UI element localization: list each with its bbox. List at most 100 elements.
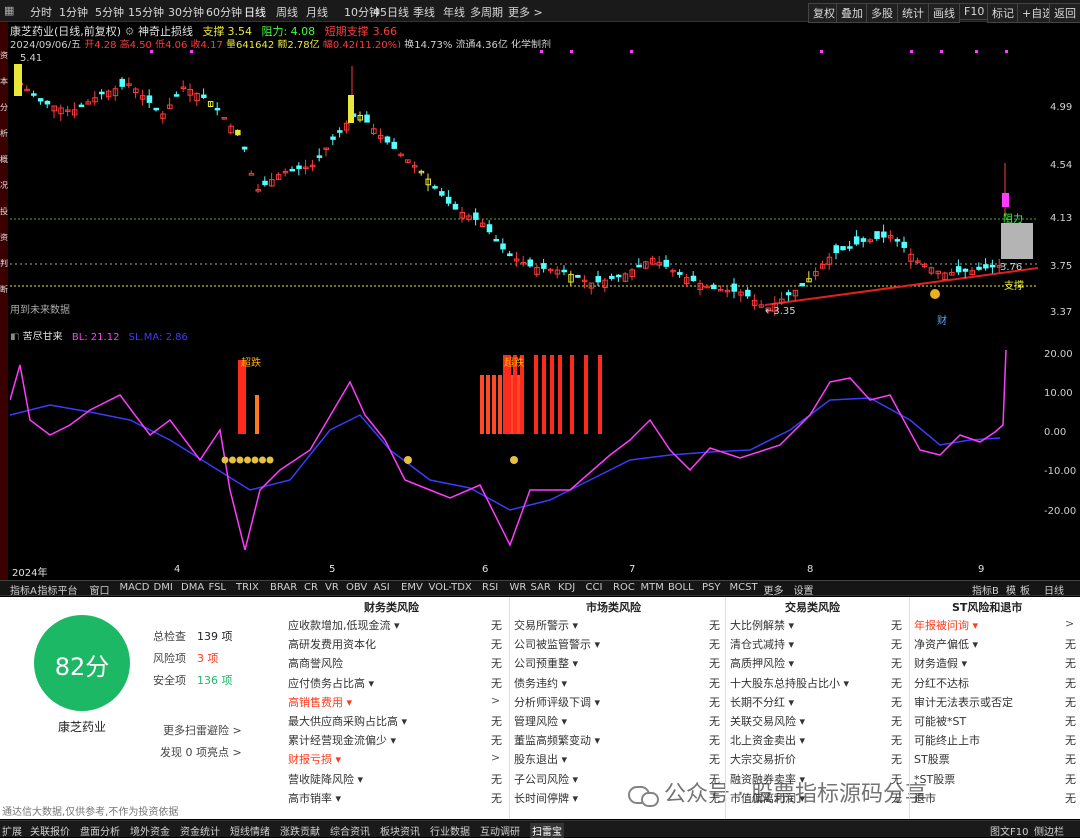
risk-item-label[interactable]: 高商誉风险 (288, 655, 343, 671)
side-strip-char[interactable]: 断 (0, 286, 8, 294)
status-tab[interactable]: 扩展 (2, 823, 22, 838)
period-tab[interactable]: 分时 (30, 4, 52, 20)
risk-item-label[interactable]: 审计无法表示或否定 (914, 694, 1013, 710)
risk-item-label[interactable]: 债务违约 ▾ (514, 675, 567, 691)
side-strip[interactable]: 资本分析概况投资判断 (0, 22, 8, 582)
period-tab[interactable]: 日线 (244, 4, 266, 20)
risk-item-label[interactable]: 财报亏损 ▾ (288, 751, 341, 767)
status-tab[interactable]: 板块资讯 (380, 823, 420, 838)
indicator-tab[interactable]: MACD (120, 582, 150, 593)
risk-item-label[interactable]: ST股票 (914, 751, 950, 767)
indicator-tab[interactable]: BRAR (270, 582, 297, 593)
side-strip-char[interactable]: 资 (0, 52, 8, 60)
indicator-tab[interactable]: WR (510, 582, 527, 593)
risk-item-label[interactable]: 净资产偏低 ▾ (914, 636, 978, 652)
status-tab[interactable]: 扫雷宝 (530, 823, 564, 838)
period-tab[interactable]: 5分钟 (95, 4, 124, 20)
period-tab[interactable]: 更多 > (508, 4, 543, 20)
grid-icon[interactable]: ▦ (4, 4, 14, 17)
side-strip-char[interactable]: 概 (0, 156, 8, 164)
indicator-tab-right[interactable]: 指标B (972, 582, 999, 597)
risk-item-label[interactable]: 股东退出 ▾ (514, 751, 567, 767)
period-tab[interactable]: 30分钟 (168, 4, 204, 20)
kline-chart[interactable]: 5.41 ←3.35 阻力支撑 3.76 财 用到未来数据 (10, 48, 1038, 328)
indicator-chart[interactable]: 超跌 超跌 (10, 340, 1038, 562)
indicator-tab-right[interactable]: 模 (1006, 582, 1016, 597)
indicator-tab[interactable]: ASI (374, 582, 390, 593)
indicator-tab[interactable]: SAR (531, 582, 551, 593)
side-strip-char[interactable]: 本 (0, 78, 8, 86)
risk-item-label[interactable]: 高市销率 ▾ (288, 790, 341, 806)
indicator-tab[interactable]: RSI (482, 582, 498, 593)
period-tab[interactable]: 多周期 (470, 4, 503, 20)
period-tab[interactable]: 1分钟 (59, 4, 88, 20)
risk-item-label[interactable]: 董监高频繁变动 ▾ (514, 732, 600, 748)
risk-item-label[interactable]: 融资融券卖率 ▾ (730, 771, 805, 787)
status-tab[interactable]: 行业数据 (430, 823, 470, 838)
risk-item-label[interactable]: 大比例解禁 ▾ (730, 617, 794, 633)
indicator-tab[interactable]: 指标A (10, 582, 37, 597)
period-tab[interactable]: 年线 (443, 4, 465, 20)
risk-item-label[interactable]: 公司被监管警示 ▾ (514, 636, 600, 652)
indicator-tab[interactable]: 更多 (764, 582, 784, 597)
risk-item-label[interactable]: 市值偏离利润 ▾ (730, 790, 805, 806)
indicator-tab[interactable]: CCI (586, 582, 603, 593)
toolbar-button[interactable]: 叠加 (836, 3, 868, 23)
risk-item-label[interactable]: 长期不分红 ▾ (730, 694, 794, 710)
period-tab[interactable]: 60分钟 (206, 4, 242, 20)
toolbar-button[interactable]: 多股 (866, 3, 898, 23)
side-strip-char[interactable]: 投 (0, 208, 8, 216)
status-tab[interactable]: 侧边栏 (1034, 823, 1064, 838)
indicator-tab[interactable]: OBV (346, 582, 367, 593)
risk-item-label[interactable]: 应付债务占比高 ▾ (288, 675, 374, 691)
toolbar-button[interactable]: 标记 (987, 3, 1019, 23)
more-scan-link[interactable]: 更多扫雷避险 > (163, 722, 242, 738)
risk-item-label[interactable]: 分红不达标 (914, 675, 969, 691)
status-tab[interactable]: 资金统计 (180, 823, 220, 838)
side-strip-char[interactable]: 析 (0, 130, 8, 138)
status-tab[interactable]: 关联报价 (30, 823, 70, 838)
highlights-link[interactable]: 发现 0 项亮点 > (160, 744, 242, 760)
indicator-tab-right[interactable]: 板 (1020, 582, 1030, 597)
risk-item-label[interactable]: 公司预重整 ▾ (514, 655, 578, 671)
indicator-tab[interactable]: FSL (209, 582, 227, 593)
risk-item-label[interactable]: 高质押风险 ▾ (730, 655, 794, 671)
status-tab[interactable]: 图文F10 (990, 823, 1028, 838)
toolbar-button[interactable]: 画线 (928, 3, 960, 23)
indicator-tab[interactable]: DMA (181, 582, 204, 593)
indicator-tab[interactable]: 指标平台 (38, 582, 78, 597)
toolbar-button[interactable]: 统计 (897, 3, 929, 23)
risk-item-label[interactable]: 可能被*ST (914, 713, 966, 729)
indicator-tab[interactable]: DMI (154, 582, 173, 593)
risk-item-label[interactable]: 营收陡降风险 ▾ (288, 771, 363, 787)
risk-item-label[interactable]: *ST股票 (914, 771, 955, 787)
side-strip-char[interactable]: 资 (0, 234, 8, 242)
indicator-tab[interactable]: 窗口 (90, 582, 110, 597)
period-tab[interactable]: 季线 (413, 4, 435, 20)
indicator-tab[interactable]: VOL-TDX (429, 582, 472, 593)
status-tab[interactable]: 综合资讯 (330, 823, 370, 838)
indicator-tab[interactable]: MCST (730, 582, 758, 593)
risk-item-label[interactable]: 可能终止上市 (914, 732, 980, 748)
risk-item-label[interactable]: 财务造假 ▾ (914, 655, 967, 671)
risk-item-label[interactable]: 管理风险 ▾ (514, 713, 567, 729)
period-tab[interactable]: 周线 (276, 4, 298, 20)
status-tab[interactable]: 盘面分析 (80, 823, 120, 838)
risk-item-label[interactable]: 交易所警示 ▾ (514, 617, 578, 633)
risk-item-label[interactable]: 高研发费用资本化 (288, 636, 376, 652)
risk-item-label[interactable]: 分析师评级下调 ▾ (514, 694, 600, 710)
indicator-tab[interactable]: BOLL (668, 582, 694, 593)
indicator-tab[interactable]: TRIX (236, 582, 259, 593)
status-tab[interactable]: 互动调研 (480, 823, 520, 838)
status-tab[interactable]: 短线情绪 (230, 823, 270, 838)
indicator-tab[interactable]: KDJ (558, 582, 575, 593)
status-tab[interactable]: 涨跌贡献 (280, 823, 320, 838)
risk-item-label[interactable]: 累计经营现金流偏少 ▾ (288, 732, 396, 748)
period-tab[interactable]: 45日线 (373, 4, 409, 20)
status-tab[interactable]: 境外资金 (130, 823, 170, 838)
risk-item-label[interactable]: 退市 (914, 790, 936, 806)
risk-item-label[interactable]: 年报被问询 ▾ (914, 617, 978, 633)
risk-item-label[interactable]: 北上资金卖出 ▾ (730, 732, 805, 748)
indicator-tab[interactable]: 设置 (794, 582, 814, 597)
risk-item-label[interactable]: 清仓式减持 ▾ (730, 636, 794, 652)
